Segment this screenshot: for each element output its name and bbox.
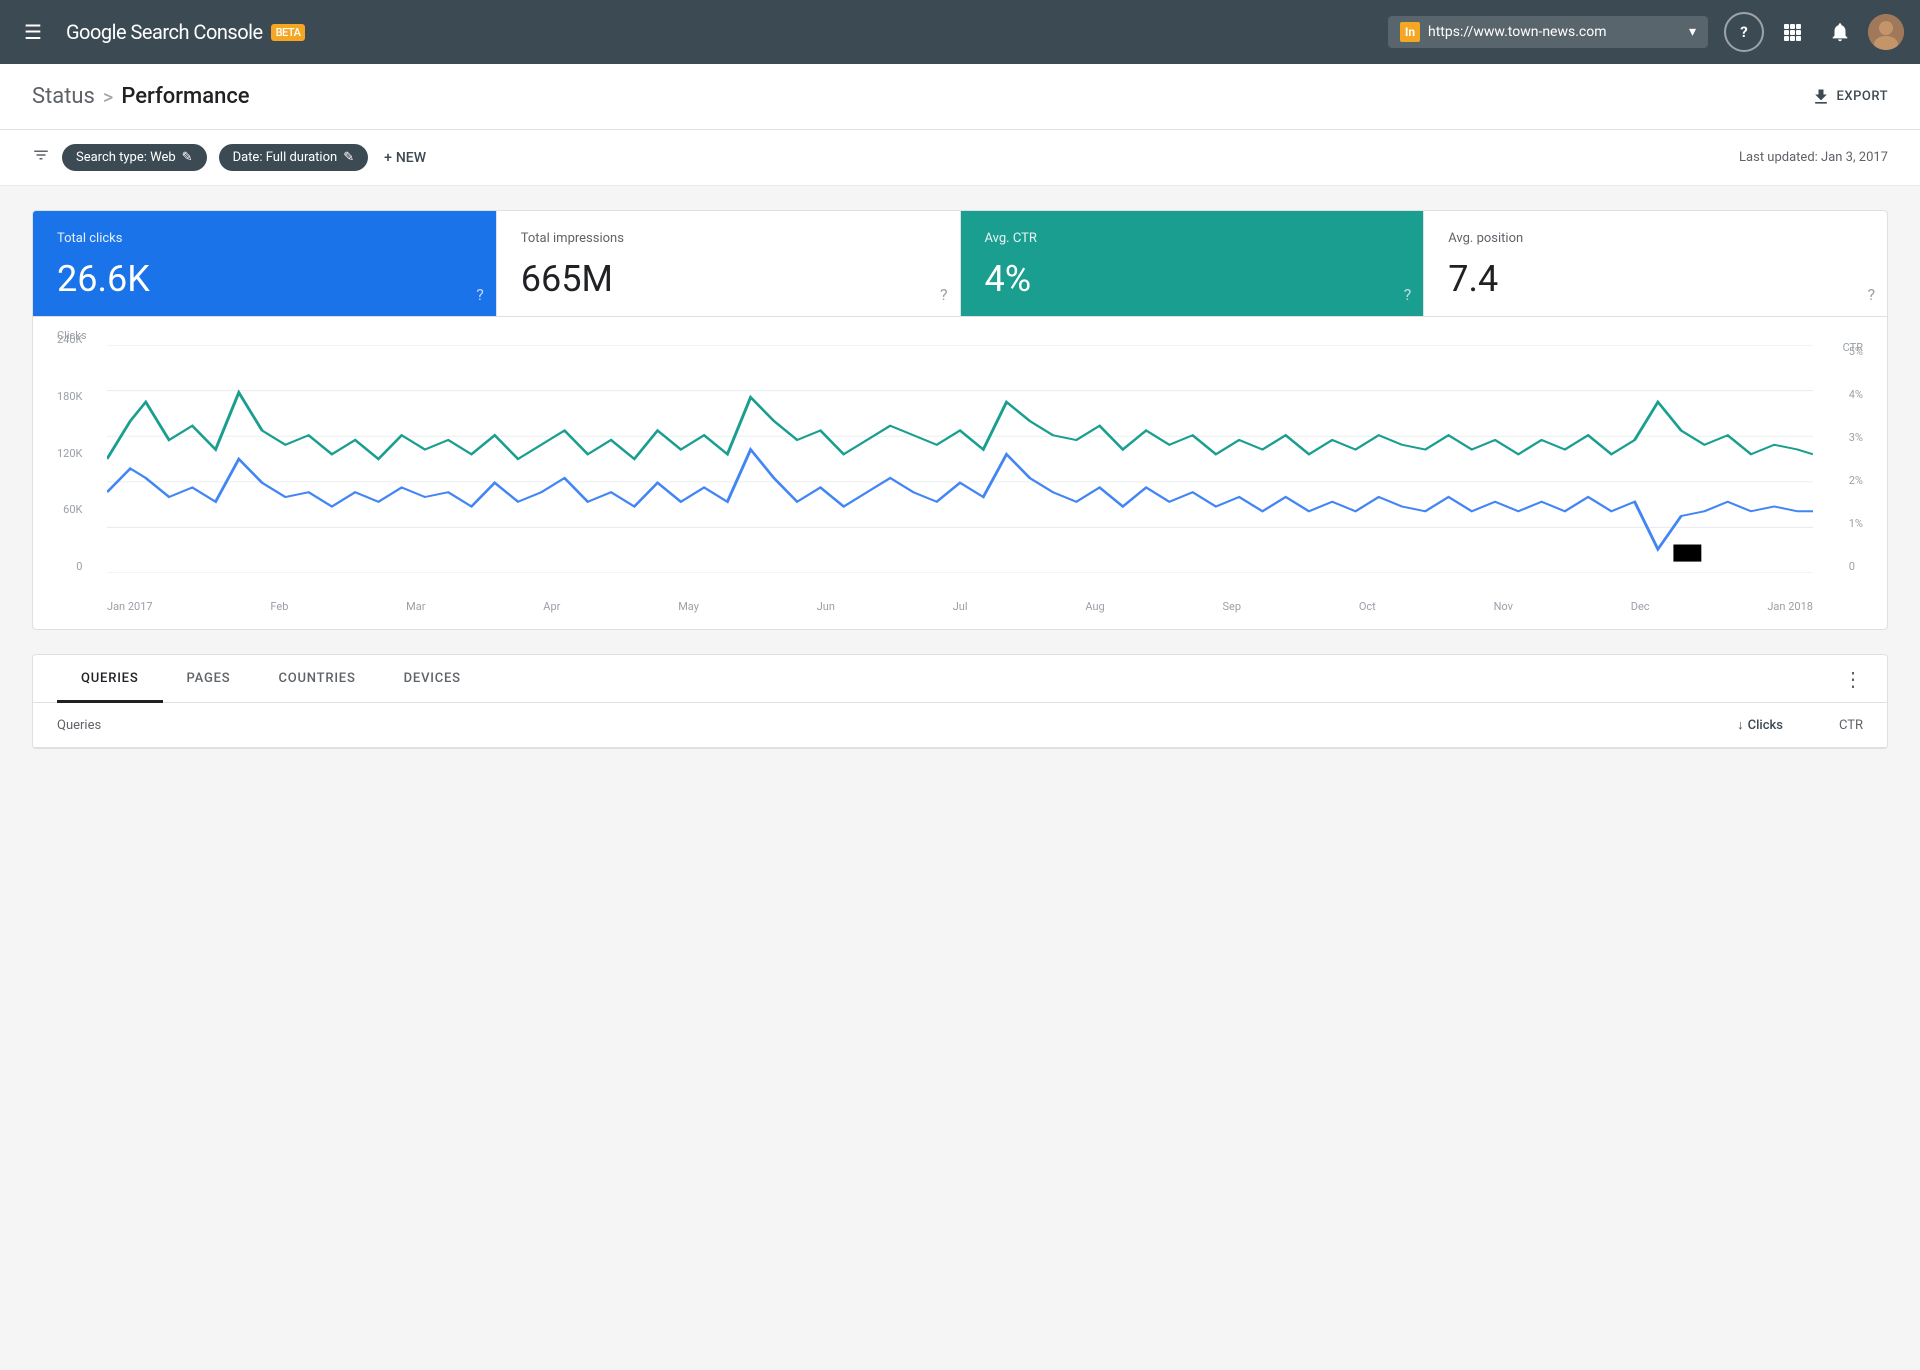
x-label-dec: Dec bbox=[1631, 600, 1650, 613]
x-label-jun: Jun bbox=[817, 600, 835, 613]
beta-badge: BETA bbox=[271, 24, 306, 41]
export-label: EXPORT bbox=[1837, 89, 1888, 104]
breadcrumb: Status > Performance bbox=[32, 84, 250, 109]
avg-position-value: 7.4 bbox=[1448, 258, 1863, 300]
y-right-2: 2% bbox=[1849, 474, 1863, 487]
tabs-section: QUERIES PAGES COUNTRIES DEVICES ⋮ Querie… bbox=[32, 654, 1888, 749]
y-label-120k: 120K bbox=[57, 447, 82, 460]
tab-devices[interactable]: DEVICES bbox=[380, 655, 485, 703]
new-icon: + bbox=[384, 150, 392, 166]
tabs-header: QUERIES PAGES COUNTRIES DEVICES ⋮ bbox=[33, 655, 1887, 703]
y-right-title: CTR bbox=[1843, 341, 1863, 354]
site-url: https://www.town-news.com bbox=[1428, 24, 1681, 40]
total-clicks-help[interactable]: ? bbox=[476, 285, 484, 304]
tab-pages[interactable]: PAGES bbox=[163, 655, 255, 703]
total-impressions-help[interactable]: ? bbox=[940, 285, 948, 304]
tabs-more-icon[interactable]: ⋮ bbox=[1843, 667, 1863, 691]
logo: Google Search Console BETA bbox=[66, 20, 1372, 44]
main-content: Total clicks 26.6K ? Total impressions 6… bbox=[0, 186, 1920, 773]
search-type-filter[interactable]: Search type: Web ✎ bbox=[62, 144, 207, 171]
chart-inner: Clicks 240K 180K 120K 60K 0 bbox=[57, 333, 1863, 613]
tab-countries[interactable]: COUNTRIES bbox=[254, 655, 379, 703]
avg-ctr-card[interactable]: Avg. CTR 4% ? bbox=[961, 211, 1425, 316]
chart-y-left-axis: Clicks 240K 180K 120K 60K 0 bbox=[57, 333, 90, 573]
x-label-jul: Jul bbox=[953, 600, 968, 613]
metric-cards: Total clicks 26.6K ? Total impressions 6… bbox=[32, 210, 1888, 317]
tab-queries[interactable]: QUERIES bbox=[57, 655, 163, 703]
sort-down-icon: ↓ bbox=[1737, 717, 1744, 733]
table-col-ctr: CTR bbox=[1783, 718, 1863, 733]
avg-position-card[interactable]: Avg. position 7.4 ? bbox=[1424, 211, 1887, 316]
filter-bar: Search type: Web ✎ Date: Full duration ✎… bbox=[0, 130, 1920, 186]
date-label: Date: Full duration bbox=[233, 150, 338, 165]
clicks-label: Clicks bbox=[1748, 718, 1783, 733]
total-clicks-card[interactable]: Total clicks 26.6K ? bbox=[33, 211, 497, 316]
filter-icon[interactable] bbox=[32, 146, 50, 169]
table-col-queries: Queries bbox=[57, 718, 1683, 733]
breadcrumb-bar: Status > Performance EXPORT bbox=[0, 64, 1920, 130]
url-dropdown-arrow: ▾ bbox=[1689, 24, 1696, 40]
bell-icon[interactable] bbox=[1820, 12, 1860, 52]
y-right-1: 1% bbox=[1849, 517, 1863, 530]
x-label-jan2018: Jan 2018 bbox=[1767, 600, 1813, 613]
breadcrumb-separator: > bbox=[103, 85, 113, 109]
site-favicon: In bbox=[1400, 22, 1420, 42]
grid-icon[interactable] bbox=[1772, 12, 1812, 52]
avg-position-help[interactable]: ? bbox=[1867, 285, 1875, 304]
help-icon[interactable]: ? bbox=[1724, 12, 1764, 52]
y-label-0: 0 bbox=[76, 560, 82, 573]
search-type-label: Search type: Web bbox=[76, 150, 176, 165]
total-clicks-value: 26.6K bbox=[57, 258, 472, 300]
chart-svg bbox=[107, 345, 1813, 573]
date-edit-icon: ✎ bbox=[343, 150, 354, 165]
table-header: Queries ↓ Clicks CTR bbox=[33, 703, 1887, 748]
user-avatar[interactable] bbox=[1868, 14, 1904, 50]
x-label-nov: Nov bbox=[1494, 600, 1513, 613]
y-right-0: 0 bbox=[1849, 560, 1855, 573]
avg-position-label: Avg. position bbox=[1448, 231, 1863, 246]
total-impressions-value: 665M bbox=[521, 258, 936, 300]
x-label-apr: Apr bbox=[543, 600, 560, 613]
chart-container: Clicks 240K 180K 120K 60K 0 bbox=[32, 317, 1888, 630]
url-bar[interactable]: In https://www.town-news.com ▾ bbox=[1388, 16, 1708, 48]
chart-x-axis: Jan 2017 Feb Mar Apr May Jun Jul Aug Sep… bbox=[107, 600, 1813, 613]
y-label-180k: 180K bbox=[57, 390, 82, 403]
chart-y-right-axis: CTR 5% 4% 3% 2% 1% 0 bbox=[1841, 345, 1863, 573]
last-updated: Last updated: Jan 3, 2017 bbox=[1739, 150, 1888, 165]
x-label-sep: Sep bbox=[1222, 600, 1241, 613]
breadcrumb-parent[interactable]: Status bbox=[32, 84, 95, 109]
x-label-jan2017: Jan 2017 bbox=[107, 600, 153, 613]
x-label-may: May bbox=[678, 600, 699, 613]
x-label-oct: Oct bbox=[1359, 600, 1376, 613]
total-clicks-label: Total clicks bbox=[57, 231, 472, 246]
avg-ctr-help[interactable]: ? bbox=[1404, 285, 1412, 304]
total-impressions-label: Total impressions bbox=[521, 231, 936, 246]
avg-ctr-value: 4% bbox=[985, 258, 1400, 300]
y-right-4: 4% bbox=[1849, 388, 1863, 401]
hamburger-icon[interactable]: ☰ bbox=[16, 12, 50, 52]
y-label-60k: 60K bbox=[63, 503, 82, 516]
table-col-clicks[interactable]: ↓ Clicks bbox=[1683, 717, 1783, 733]
x-label-feb: Feb bbox=[270, 600, 288, 613]
total-impressions-card[interactable]: Total impressions 665M ? bbox=[497, 211, 961, 316]
x-label-mar: Mar bbox=[406, 600, 425, 613]
logo-text: Google Search Console bbox=[66, 20, 263, 44]
new-filter-button[interactable]: + NEW bbox=[384, 150, 426, 166]
breadcrumb-current: Performance bbox=[121, 84, 249, 109]
nav-icons: ? bbox=[1724, 12, 1904, 52]
date-filter[interactable]: Date: Full duration ✎ bbox=[219, 144, 369, 171]
y-left-title: Clicks bbox=[57, 329, 87, 342]
avg-ctr-label: Avg. CTR bbox=[985, 231, 1400, 246]
new-label: NEW bbox=[396, 150, 426, 166]
export-button[interactable]: EXPORT bbox=[1811, 87, 1888, 107]
x-label-aug: Aug bbox=[1085, 600, 1104, 613]
search-type-edit-icon: ✎ bbox=[182, 150, 193, 165]
top-navigation: ☰ Google Search Console BETA In https://… bbox=[0, 0, 1920, 64]
y-right-3: 3% bbox=[1849, 431, 1863, 444]
